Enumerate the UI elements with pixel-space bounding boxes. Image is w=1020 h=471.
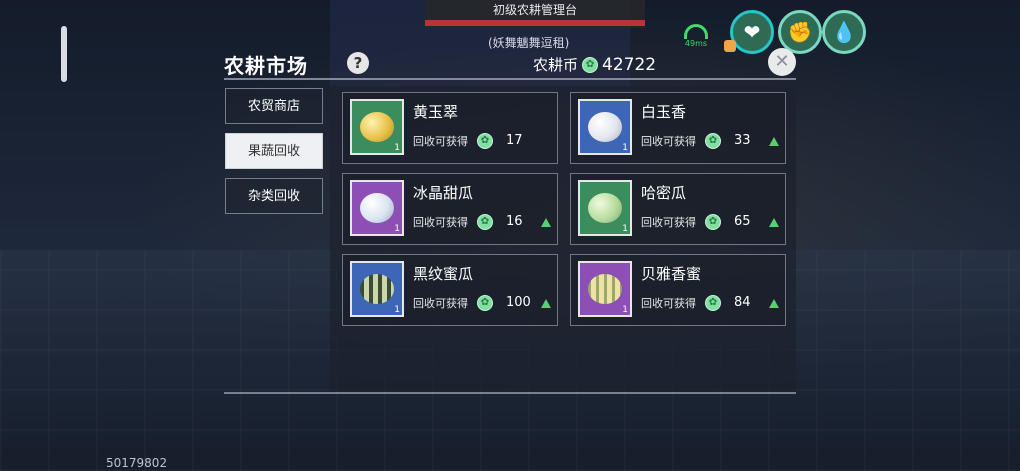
farming-coin-icon: ✿ (477, 133, 493, 149)
facility-title: 初级农耕管理台 (492, 3, 577, 17)
price-up-icon (541, 218, 551, 227)
farming-coin-icon: ✿ (582, 56, 599, 73)
item-price: 84 (734, 295, 751, 310)
item-card[interactable]: 1 黑纹蜜瓜 回收可获得 ✿ 100 (342, 254, 558, 326)
currency-display: 农耕币 ✿ 42722 (533, 54, 656, 75)
currency-label: 农耕币 (533, 56, 579, 74)
melon-icon (588, 112, 622, 142)
market-title: 农耕市场 (224, 54, 308, 78)
category-tabs: 农贸商店 果蔬回收 杂类回收 (225, 88, 323, 223)
item-price: 65 (734, 214, 751, 229)
item-thumbnail: 1 (350, 99, 404, 155)
tab-farm-shop[interactable]: 农贸商店 (225, 88, 323, 124)
item-card[interactable]: 1 冰晶甜瓜 回收可获得 ✿ 16 (342, 173, 558, 245)
facility-health-bar (425, 20, 645, 26)
network-ping: 49ms (680, 24, 712, 48)
health-icon[interactable]: ❤ (730, 10, 774, 54)
item-card[interactable]: 1 贝雅香蜜 回收可获得 ✿ 84 (570, 254, 786, 326)
help-button[interactable]: ? (347, 52, 369, 74)
item-name: 贝雅香蜜 (641, 265, 702, 283)
item-name: 哈密瓜 (641, 184, 687, 202)
item-thumbnail: 1 (350, 180, 404, 236)
item-thumbnail: 1 (578, 99, 632, 155)
item-quantity: 1 (622, 305, 628, 315)
reward-label: 回收可获得 (413, 297, 468, 310)
item-name: 白玉香 (641, 103, 687, 121)
reward-label: 回收可获得 (641, 297, 696, 310)
farming-coin-icon: ✿ (705, 133, 721, 149)
header-divider (224, 78, 796, 80)
item-name: 冰晶甜瓜 (413, 184, 474, 202)
reward-label: 回收可获得 (413, 216, 468, 229)
ping-text: 49ms (684, 39, 708, 48)
reward-label: 回收可获得 (641, 216, 696, 229)
price-up-icon (769, 137, 779, 146)
tab-produce-recycle[interactable]: 果蔬回收 (225, 133, 323, 169)
farming-coin-icon: ✿ (477, 214, 493, 230)
item-price: 100 (506, 295, 531, 310)
melon-icon (360, 193, 394, 223)
item-name: 黑纹蜜瓜 (413, 265, 474, 283)
item-name: 黄玉翠 (413, 103, 459, 121)
item-quantity: 1 (394, 305, 400, 315)
pet-icon (724, 40, 736, 52)
melon-icon (588, 193, 622, 223)
player-uid: 50179802 (106, 456, 168, 470)
item-quantity: 1 (622, 224, 628, 234)
item-thumbnail: 1 (350, 261, 404, 317)
melon-icon (588, 274, 622, 304)
item-quantity: 1 (622, 143, 628, 153)
close-button[interactable]: ✕ (768, 48, 796, 76)
facility-banner: 初级农耕管理台 (425, 0, 645, 28)
item-price: 17 (506, 133, 523, 148)
price-up-icon (541, 299, 551, 308)
currency-amount: 42722 (602, 54, 657, 75)
melon-icon (360, 274, 394, 304)
price-up-icon (769, 299, 779, 308)
item-card[interactable]: 1 白玉香 回收可获得 ✿ 33 (570, 92, 786, 164)
item-thumbnail: 1 (578, 261, 632, 317)
water-drop-icon[interactable]: 💧 (822, 10, 866, 54)
item-thumbnail: 1 (578, 180, 632, 236)
farming-coin-icon: ✿ (705, 214, 721, 230)
farming-coin-icon: ✿ (705, 295, 721, 311)
price-up-icon (769, 218, 779, 227)
farming-coin-icon: ✿ (477, 295, 493, 311)
item-card[interactable]: 1 黄玉翠 回收可获得 ✿ 17 (342, 92, 558, 164)
hud-drag-handle[interactable] (61, 26, 67, 82)
wifi-icon (684, 24, 708, 39)
item-quantity: 1 (394, 143, 400, 153)
tab-misc-recycle[interactable]: 杂类回收 (225, 178, 323, 214)
item-quantity: 1 (394, 224, 400, 234)
melon-icon (360, 112, 394, 142)
facility-owner: (妖舞魑舞逗租) (488, 36, 570, 50)
item-card[interactable]: 1 哈密瓜 回收可获得 ✿ 65 (570, 173, 786, 245)
item-price: 33 (734, 133, 751, 148)
footer-divider (224, 392, 796, 394)
item-price: 16 (506, 214, 523, 229)
reward-label: 回收可获得 (641, 135, 696, 148)
reward-label: 回收可获得 (413, 135, 468, 148)
